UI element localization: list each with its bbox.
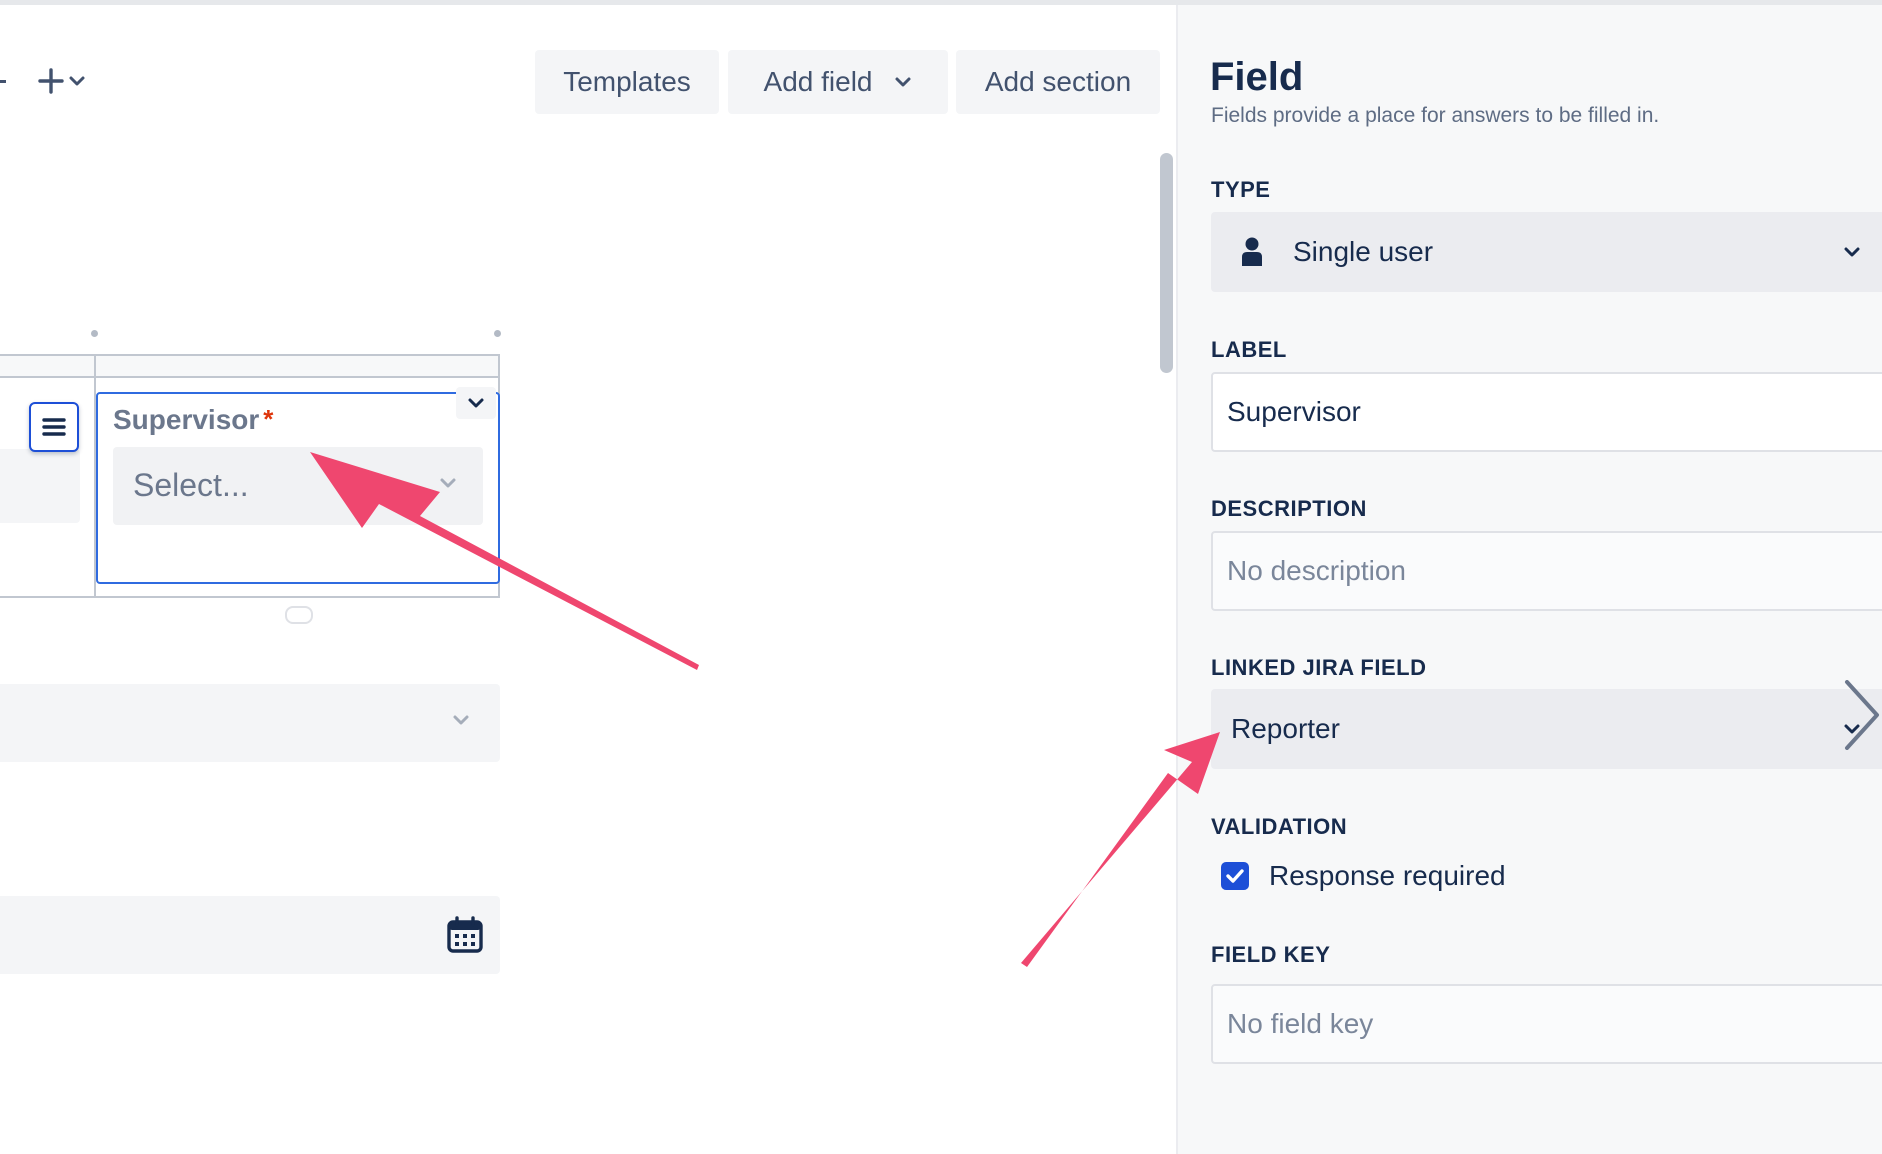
panel-description: Fields provide a place for answers to be… xyxy=(1211,104,1660,127)
response-required-checkbox[interactable] xyxy=(1221,862,1249,890)
column-handle-dot[interactable] xyxy=(91,330,98,337)
field-key-label: FIELD KEY xyxy=(1211,942,1331,967)
response-required-checkbox-row[interactable]: Response required xyxy=(1221,860,1506,892)
label-label: LABEL xyxy=(1211,337,1287,362)
plus-icon xyxy=(38,68,64,94)
label-input[interactable]: Supervisor xyxy=(1211,372,1882,452)
cell-options-button[interactable] xyxy=(456,387,496,419)
scrollbar-thumb[interactable] xyxy=(1160,153,1173,373)
linked-jira-field-select[interactable]: Reporter xyxy=(1211,689,1882,769)
user-icon xyxy=(1242,237,1262,266)
validation-label: VALIDATION xyxy=(1211,814,1348,839)
add-section-button[interactable]: Add section xyxy=(956,50,1160,114)
column-divider xyxy=(94,356,96,378)
row-resize-handle[interactable] xyxy=(285,606,313,624)
description-placeholder: No description xyxy=(1227,555,1406,586)
templates-button[interactable]: Templates xyxy=(535,50,719,114)
field-key-input[interactable]: No field key xyxy=(1211,984,1882,1064)
label-input-value: Supervisor xyxy=(1227,396,1361,427)
chevron-down-icon xyxy=(895,77,911,87)
supervisor-select-placeholder: Select... xyxy=(133,467,249,503)
field-key-placeholder: No field key xyxy=(1227,1008,1374,1039)
calendar-icon[interactable] xyxy=(446,916,484,954)
linked-jira-field-label: LINKED JIRA FIELD xyxy=(1211,655,1427,680)
supervisor-label-text: Supervisor xyxy=(113,404,260,435)
chevron-down-icon xyxy=(468,398,484,408)
chevron-down-icon xyxy=(69,76,85,86)
templates-button-label: Templates xyxy=(563,66,691,97)
chevron-down-icon xyxy=(453,715,469,725)
supervisor-field-label: Supervisor * xyxy=(113,404,273,436)
add-field-button-label: Add field xyxy=(763,66,873,97)
chevron-right-icon[interactable] xyxy=(1843,680,1882,750)
chevron-down-icon xyxy=(1844,247,1860,257)
panel-title: Field xyxy=(1210,55,1304,99)
check-icon xyxy=(1226,869,1244,883)
date-field[interactable] xyxy=(0,896,500,974)
insert-menu-button[interactable] xyxy=(38,61,100,101)
chevron-down-icon xyxy=(440,478,456,488)
type-select[interactable]: Single user xyxy=(1211,212,1882,292)
hamburger-icon xyxy=(42,418,66,436)
type-label: TYPE xyxy=(1211,177,1271,202)
linked-jira-field-value: Reporter xyxy=(1231,713,1340,744)
field-properties-panel: Field Fields provide a place for answers… xyxy=(1176,5,1882,1154)
dropdown-field[interactable] xyxy=(0,684,500,762)
response-required-label: Response required xyxy=(1269,860,1506,891)
description-input[interactable]: No description xyxy=(1211,531,1882,611)
left-cell-input[interactable] xyxy=(0,449,80,523)
add-section-button-label: Add section xyxy=(984,66,1132,97)
cell-menu-button[interactable] xyxy=(29,402,79,452)
description-label: DESCRIPTION xyxy=(1211,496,1367,521)
add-field-button[interactable]: Add field xyxy=(728,50,948,114)
supervisor-select[interactable]: Select... xyxy=(113,447,483,525)
type-select-value: Single user xyxy=(1293,236,1434,267)
table-header-row xyxy=(0,354,500,378)
column-handle-dot[interactable] xyxy=(494,330,501,337)
toolbar-overflow-mark xyxy=(0,80,6,83)
required-marker: * xyxy=(263,404,274,434)
